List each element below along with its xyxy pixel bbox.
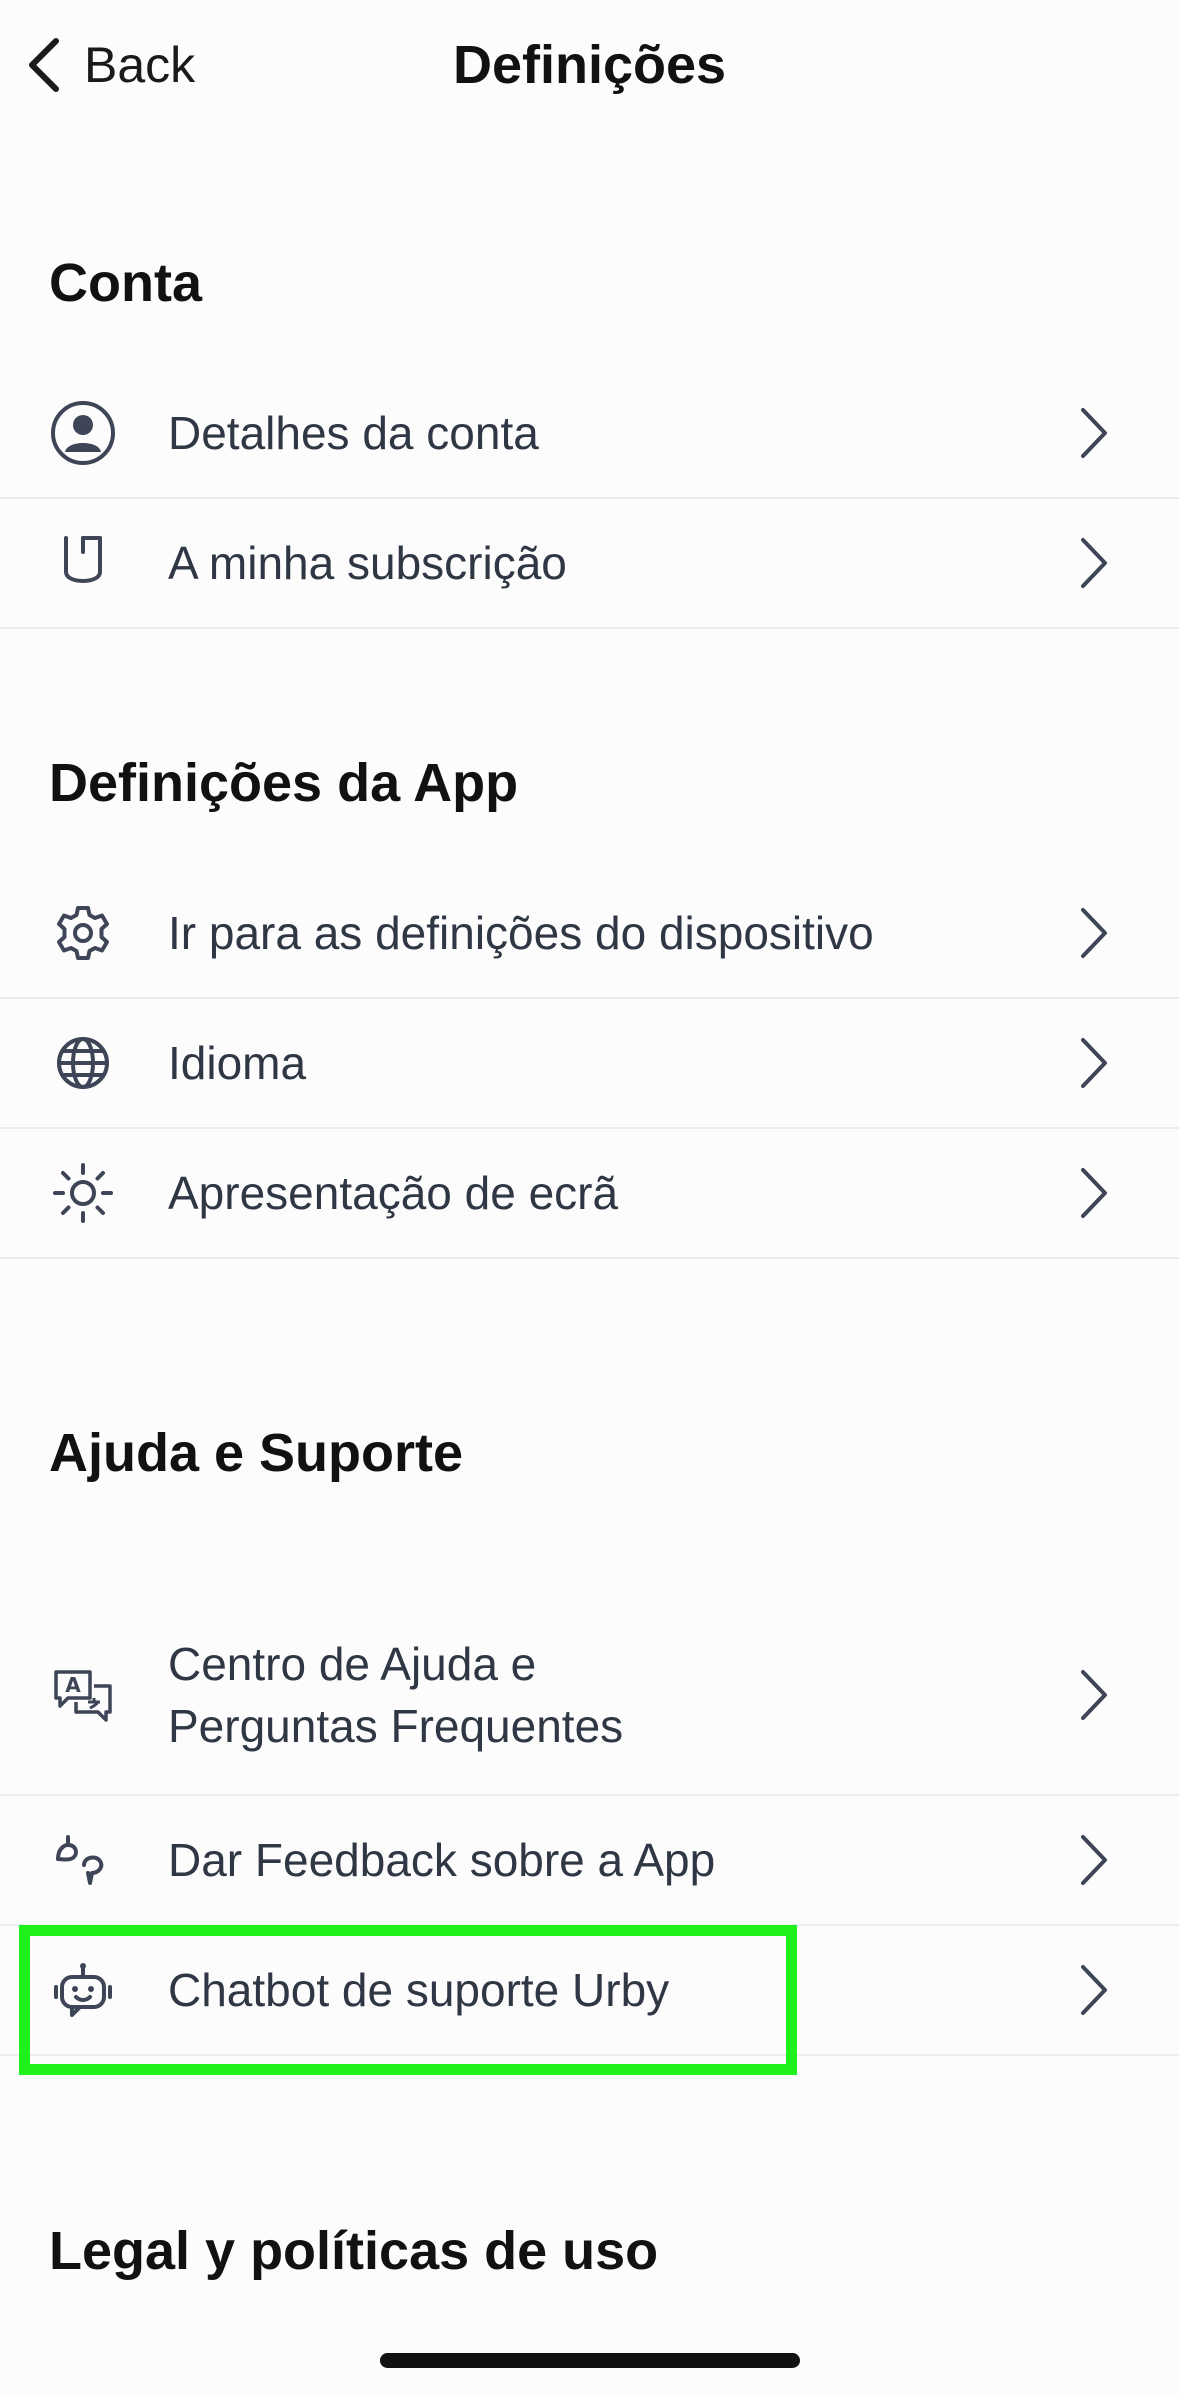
globe-icon bbox=[48, 1028, 118, 1098]
account-details-row[interactable]: Detalhes da conta bbox=[0, 369, 1179, 499]
chevron-right-icon bbox=[1077, 406, 1111, 460]
device-settings-row[interactable]: Ir para as definições do dispositivo bbox=[0, 869, 1179, 999]
display-label: Apresentação de ecrã bbox=[168, 1167, 619, 1219]
sun-icon bbox=[48, 1158, 118, 1228]
account-details-label: Detalhes da conta bbox=[168, 407, 539, 459]
help-center-row[interactable]: A Centro de Ajuda e Perguntas Frequentes bbox=[0, 1596, 1179, 1796]
language-row[interactable]: Idioma bbox=[0, 999, 1179, 1129]
robot-icon bbox=[48, 1955, 118, 2025]
gear-icon bbox=[48, 898, 118, 968]
feedback-icon bbox=[48, 1825, 118, 1895]
chevron-right-icon bbox=[1077, 1036, 1111, 1090]
device-settings-label: Ir para as definições do dispositivo bbox=[168, 907, 874, 959]
chevron-right-icon bbox=[1077, 536, 1111, 590]
svg-text:A: A bbox=[65, 1673, 81, 1697]
feedback-row[interactable]: Dar Feedback sobre a App bbox=[0, 1796, 1179, 1926]
section-title-ajuda: Ajuda e Suporte bbox=[49, 1423, 464, 1483]
display-row[interactable]: Apresentação de ecrã bbox=[0, 1129, 1179, 1259]
help-center-label: Centro de Ajuda e Perguntas Frequentes bbox=[168, 1633, 1039, 1757]
badge-icon bbox=[48, 528, 118, 598]
subscription-label: A minha subscrição bbox=[168, 537, 567, 589]
page-title: Definições bbox=[452, 35, 727, 95]
section-title-conta: Conta bbox=[49, 253, 202, 313]
chevron-right-icon bbox=[1077, 1166, 1111, 1220]
navigation-bar: Back Definições bbox=[0, 0, 1179, 130]
chevron-right-icon bbox=[1077, 1668, 1111, 1722]
chevron-right-icon bbox=[1077, 1833, 1111, 1887]
help-center-label-line1: Centro de Ajuda e bbox=[168, 1638, 537, 1690]
chatbot-label: Chatbot de suporte Urby bbox=[168, 1964, 670, 2016]
chatbot-row[interactable]: Chatbot de suporte Urby bbox=[0, 1926, 1179, 2056]
section-title-app: Definições da App bbox=[49, 753, 519, 813]
language-label: Idioma bbox=[168, 1037, 307, 1089]
feedback-label: Dar Feedback sobre a App bbox=[168, 1834, 716, 1886]
section-title-legal: Legal y políticas de uso bbox=[49, 2221, 659, 2281]
chevron-right-icon bbox=[1077, 1963, 1111, 2017]
user-circle-icon bbox=[48, 398, 118, 468]
subscription-row[interactable]: A minha subscrição bbox=[0, 499, 1179, 629]
chevron-right-icon bbox=[1077, 906, 1111, 960]
home-indicator bbox=[380, 2353, 800, 2368]
help-center-label-line2: Perguntas Frequentes bbox=[168, 1700, 624, 1752]
chat-translate-icon: A bbox=[48, 1660, 118, 1730]
